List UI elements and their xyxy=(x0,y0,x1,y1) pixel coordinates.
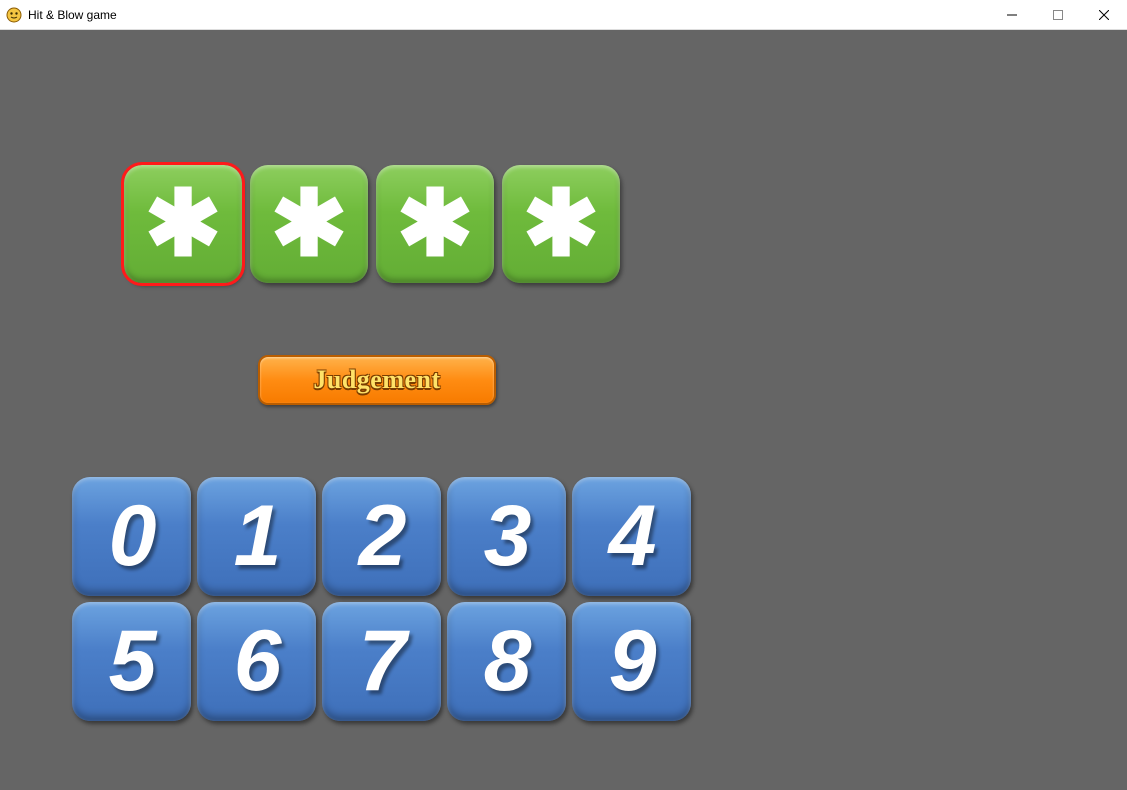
numkey-0[interactable]: 0 xyxy=(72,477,191,596)
answer-slot-2[interactable]: ✱ xyxy=(250,165,368,283)
maximize-button[interactable] xyxy=(1035,0,1081,30)
numkey-2[interactable]: 2 xyxy=(322,477,441,596)
numkey-1[interactable]: 1 xyxy=(197,477,316,596)
digit-label: 5 xyxy=(109,612,155,711)
slot-value: ✱ xyxy=(396,178,473,270)
judgement-label: Judgement xyxy=(313,365,440,395)
digit-label: 3 xyxy=(484,487,530,586)
window-title: Hit & Blow game xyxy=(28,8,117,22)
digit-label: 7 xyxy=(359,612,405,711)
numkey-4[interactable]: 4 xyxy=(572,477,691,596)
slot-value: ✱ xyxy=(144,178,221,270)
numkey-8[interactable]: 8 xyxy=(447,602,566,721)
digit-label: 0 xyxy=(109,487,155,586)
answer-slot-3[interactable]: ✱ xyxy=(376,165,494,283)
answer-slots: ✱ ✱ ✱ ✱ xyxy=(124,165,620,283)
numpad-row-1: 0 1 2 3 4 xyxy=(72,477,691,596)
minimize-button[interactable] xyxy=(989,0,1035,30)
judgement-button[interactable]: Judgement xyxy=(258,355,496,405)
numkey-5[interactable]: 5 xyxy=(72,602,191,721)
close-button[interactable] xyxy=(1081,0,1127,30)
digit-label: 4 xyxy=(609,487,655,586)
digit-label: 2 xyxy=(359,487,405,586)
numkey-9[interactable]: 9 xyxy=(572,602,691,721)
game-area: ✱ ✱ ✱ ✱ Judgement 0 1 2 3 4 5 6 7 8 9 xyxy=(0,30,1127,790)
numkey-6[interactable]: 6 xyxy=(197,602,316,721)
digit-label: 1 xyxy=(234,487,280,586)
slot-value: ✱ xyxy=(270,178,347,270)
window-controls xyxy=(989,0,1127,30)
numkey-3[interactable]: 3 xyxy=(447,477,566,596)
digit-label: 9 xyxy=(609,612,655,711)
answer-slot-4[interactable]: ✱ xyxy=(502,165,620,283)
numkey-7[interactable]: 7 xyxy=(322,602,441,721)
digit-label: 6 xyxy=(234,612,280,711)
digit-label: 8 xyxy=(484,612,530,711)
app-icon xyxy=(6,7,22,23)
number-pad: 0 1 2 3 4 5 6 7 8 9 xyxy=(72,477,691,721)
numpad-row-2: 5 6 7 8 9 xyxy=(72,602,691,721)
answer-slot-1[interactable]: ✱ xyxy=(124,165,242,283)
slot-value: ✱ xyxy=(522,178,599,270)
window-titlebar: Hit & Blow game xyxy=(0,0,1127,30)
